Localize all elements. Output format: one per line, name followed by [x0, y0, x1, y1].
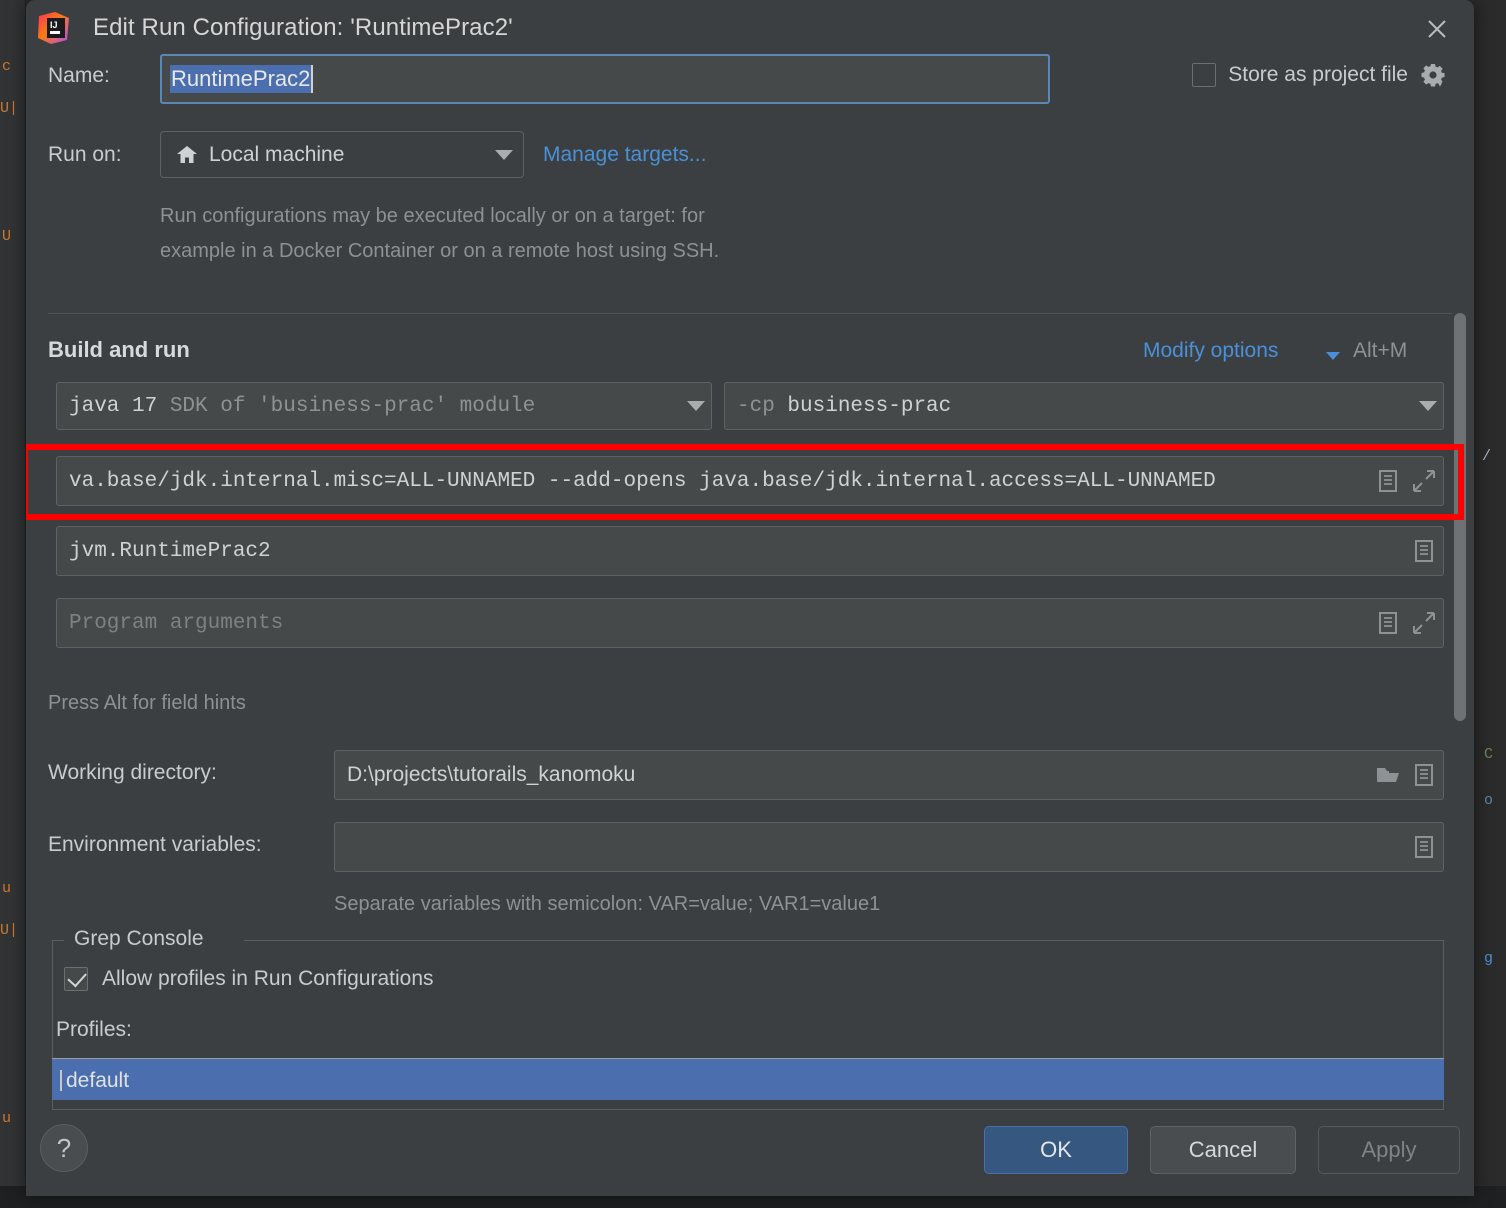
environment-variables-label: Environment variables:: [48, 833, 262, 856]
classpath-value-wrap: -cp business-prac: [737, 395, 1419, 418]
working-directory-value: D:\projects\tutorails_kanomoku: [347, 763, 636, 786]
program-arguments-placeholder: Program arguments: [69, 611, 284, 635]
cancel-button[interactable]: Cancel: [1150, 1126, 1296, 1174]
working-directory-field-icons: [1375, 762, 1437, 788]
main-class-field[interactable]: jvm.RuntimePrac2: [56, 526, 1444, 576]
main-class-field-icons: [1411, 538, 1437, 564]
edit-run-configuration-dialog: IJ Edit Run Configuration: 'RuntimePrac2…: [26, 0, 1474, 1196]
macro-icon[interactable]: [1375, 610, 1401, 636]
field-hints-text: Press Alt for field hints: [48, 692, 246, 714]
profile-name: default: [60, 1069, 129, 1091]
help-button[interactable]: ?: [40, 1124, 88, 1172]
classpath-prefix: -cp: [737, 394, 775, 418]
name-input-value: RuntimePrac2: [170, 64, 314, 94]
backdrop-code-line: C: [1484, 746, 1494, 763]
apply-button[interactable]: Apply: [1318, 1126, 1460, 1174]
build-and-run-section-title: Build and run: [48, 337, 190, 362]
intellij-idea-icon: IJ: [35, 10, 71, 46]
environment-variables-field-icons: [1411, 834, 1437, 860]
store-as-project-file-label: Store as project file: [1228, 63, 1408, 86]
section-divider: [48, 313, 1452, 314]
vm-options-field[interactable]: va.base/jdk.internal.misc=ALL-UNNAMED --…: [56, 456, 1444, 506]
run-on-label: Run on:: [48, 143, 122, 166]
backdrop-code-line: o: [1484, 792, 1494, 809]
chevron-down-icon: [1419, 401, 1437, 411]
backdrop-code-line: u: [2, 1110, 12, 1127]
grep-console-legend: Grep Console: [66, 927, 212, 951]
working-directory-label: Working directory:: [48, 761, 217, 784]
backdrop-right-pane: [1470, 0, 1506, 1208]
expand-icon[interactable]: [1411, 610, 1437, 636]
name-input[interactable]: RuntimePrac2: [160, 54, 1050, 104]
jre-sdk-dropdown[interactable]: java 17 SDK of 'business-prac' module: [56, 382, 712, 430]
run-on-description-line2: example in a Docker Container or on a re…: [160, 240, 720, 262]
macro-icon[interactable]: [1411, 762, 1437, 788]
list-item[interactable]: default: [52, 1059, 1444, 1100]
store-as-project-file-checkbox[interactable]: Store as project file: [1192, 62, 1446, 88]
dialog-scrollbar-thumb[interactable]: [1454, 313, 1466, 721]
home-icon: [175, 143, 199, 167]
classpath-value: business-prac: [787, 394, 952, 418]
folder-icon[interactable]: [1375, 762, 1401, 788]
run-on-dropdown[interactable]: Local machine: [160, 131, 524, 178]
working-directory-field[interactable]: D:\projects\tutorails_kanomoku: [334, 750, 1444, 800]
modify-options-link[interactable]: Modify options: [1143, 339, 1278, 363]
dialog-button-bar: ? OK Cancel Apply: [26, 1112, 1474, 1196]
chevron-down-icon[interactable]: [1326, 352, 1340, 360]
run-on-value: Local machine: [209, 142, 345, 166]
manage-targets-link[interactable]: Manage targets...: [543, 143, 706, 167]
backdrop-code-line: /: [1482, 448, 1492, 465]
backdrop-code-line: g: [1484, 950, 1494, 967]
jre-sdk-value: java 17: [69, 394, 158, 418]
gear-icon[interactable]: [1420, 62, 1446, 88]
name-label: Name:: [48, 64, 110, 87]
allow-profiles-checkbox-box[interactable]: [64, 967, 88, 991]
vm-options-value: va.base/jdk.internal.misc=ALL-UNNAMED --…: [69, 469, 1216, 493]
allow-profiles-checkbox[interactable]: Allow profiles in Run Configurations: [64, 967, 434, 991]
allow-profiles-label: Allow profiles in Run Configurations: [102, 967, 434, 990]
macro-icon[interactable]: [1411, 538, 1437, 564]
chevron-down-icon: [687, 401, 705, 411]
modify-options-shortcut: Alt+M: [1353, 339, 1408, 362]
environment-variables-field[interactable]: [334, 822, 1444, 872]
expand-icon[interactable]: [1411, 468, 1437, 494]
vm-options-field-icons: [1375, 468, 1437, 494]
store-as-project-file-checkbox-box[interactable]: [1192, 63, 1217, 87]
macro-icon[interactable]: [1411, 834, 1437, 860]
program-arguments-field[interactable]: Program arguments: [56, 598, 1444, 648]
profiles-list[interactable]: default: [52, 1058, 1444, 1100]
editor-gutter-backdrop: [0, 0, 26, 1208]
backdrop-code-line: U: [2, 228, 12, 245]
dialog-title: Edit Run Configuration: 'RuntimePrac2': [93, 14, 513, 41]
svg-text:IJ: IJ: [50, 20, 58, 30]
environment-variables-hint: Separate variables with semicolon: VAR=v…: [334, 893, 881, 915]
macro-icon[interactable]: [1375, 468, 1401, 494]
backdrop-code-line: U|: [0, 100, 19, 117]
close-icon[interactable]: [1419, 11, 1455, 47]
chevron-down-icon: [495, 149, 513, 160]
backdrop-code-line: u: [2, 880, 12, 897]
program-arguments-field-icons: [1375, 610, 1437, 636]
jre-sdk-value-wrap: java 17 SDK of 'business-prac' module: [69, 395, 687, 418]
run-on-description-line1: Run configurations may be executed local…: [160, 205, 705, 227]
ok-button[interactable]: OK: [984, 1126, 1128, 1174]
backdrop-code-line: c: [2, 58, 12, 75]
backdrop-code-line: U|: [0, 922, 19, 939]
classpath-module-dropdown[interactable]: -cp business-prac: [724, 382, 1444, 430]
jre-sdk-hint: SDK of 'business-prac' module: [169, 394, 536, 418]
dialog-scrollbar[interactable]: [1454, 313, 1466, 1043]
dialog-titlebar: IJ Edit Run Configuration: 'RuntimePrac2…: [26, 0, 1474, 60]
profiles-label: Profiles:: [56, 1018, 132, 1041]
main-class-value: jvm.RuntimePrac2: [69, 539, 271, 563]
